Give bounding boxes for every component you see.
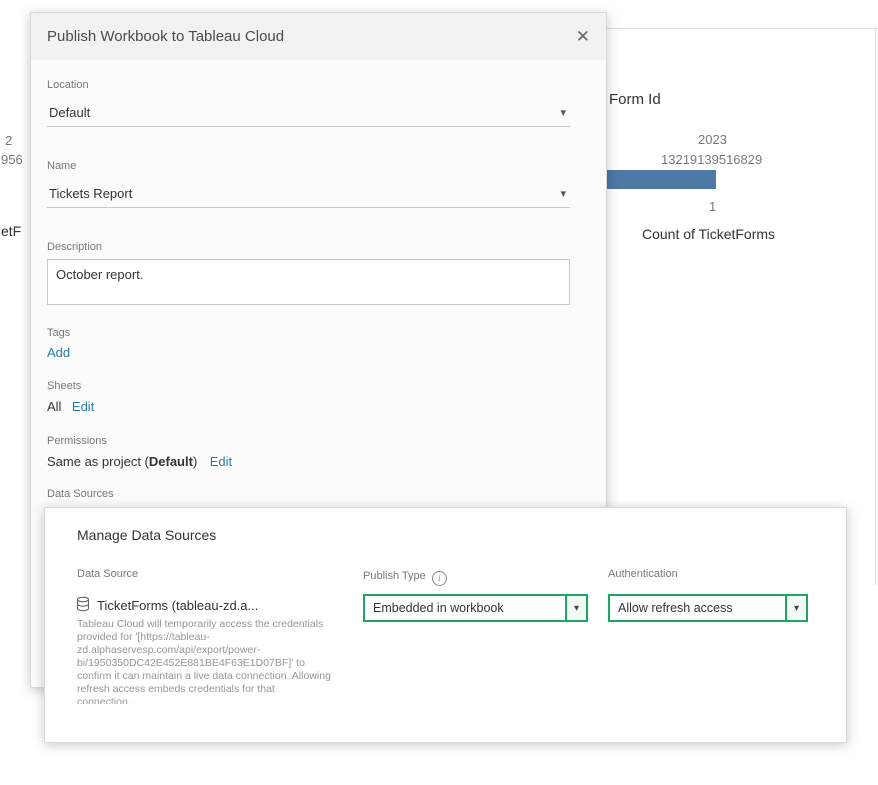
- clipped-number-fragment: 956: [1, 152, 29, 167]
- permissions-prefix: Same as project (: [47, 454, 149, 469]
- publish-type-value: Embedded in workbook: [365, 596, 565, 620]
- location-select[interactable]: Default ▾: [47, 99, 570, 127]
- database-icon: [75, 596, 91, 612]
- publish-type-select[interactable]: Embedded in workbook ▾: [363, 594, 588, 622]
- permissions-edit-link[interactable]: Edit: [210, 454, 232, 469]
- sheets-value: All: [47, 399, 61, 414]
- column-publish-type: Publish Typei: [363, 566, 447, 586]
- pane-right-border: [875, 28, 876, 585]
- column-data-source: Data Source: [77, 568, 138, 580]
- bar-value-label: 1: [709, 199, 716, 214]
- chevron-down-icon: ▾: [560, 187, 570, 200]
- permissions-label: Permissions: [47, 435, 107, 447]
- close-icon[interactable]: ✕: [576, 28, 590, 45]
- location-value: Default: [47, 105, 560, 120]
- form-number-label: 13219139516829: [661, 152, 762, 167]
- info-icon[interactable]: i: [432, 571, 447, 586]
- permissions-row: Same as project (Default) Edit: [47, 453, 232, 471]
- clipped-year-fragment: 2: [5, 133, 30, 148]
- tags-add-link[interactable]: Add: [47, 345, 70, 360]
- name-value: Tickets Report: [47, 186, 560, 201]
- permissions-project: Default: [149, 454, 193, 469]
- manage-data-sources-title: Manage Data Sources: [77, 527, 216, 543]
- description-label: Description: [47, 241, 102, 253]
- dialog-title: Publish Workbook to Tableau Cloud: [47, 28, 284, 45]
- name-label: Name: [47, 160, 76, 172]
- chevron-down-icon: ▾: [560, 106, 570, 119]
- column-authentication: Authentication: [608, 568, 678, 580]
- sheets-row: All Edit: [47, 398, 94, 416]
- name-select[interactable]: Tickets Report ▾: [47, 180, 570, 208]
- description-input[interactable]: October report.: [47, 259, 570, 305]
- year-label: 2023: [698, 132, 727, 147]
- dialog-header: Publish Workbook to Tableau Cloud ✕: [31, 13, 606, 60]
- permissions-suffix: ): [193, 454, 197, 469]
- sheets-label: Sheets: [47, 380, 81, 392]
- chevron-down-icon: ▾: [785, 596, 806, 620]
- manage-data-sources-panel: Manage Data Sources Data Source Publish …: [44, 507, 847, 743]
- clipped-axis-fragment: etF: [1, 223, 29, 239]
- sheets-edit-link[interactable]: Edit: [72, 399, 94, 414]
- tags-label: Tags: [47, 327, 70, 339]
- data-sources-label: Data Sources: [47, 488, 114, 500]
- data-source-note: Tableau Cloud will temporarily access th…: [77, 618, 333, 704]
- authentication-value: Allow refresh access: [610, 596, 785, 620]
- authentication-select[interactable]: Allow refresh access ▾: [608, 594, 808, 622]
- column-header-form-id: Form Id: [609, 91, 661, 108]
- data-source-name: TicketForms (tableau-zd.a...: [97, 598, 258, 613]
- chevron-down-icon: ▾: [565, 596, 586, 620]
- bar-2023[interactable]: [600, 170, 716, 189]
- axis-title: Count of TicketForms: [642, 226, 775, 242]
- location-label: Location: [47, 79, 89, 91]
- pane-top-border: [607, 28, 878, 29]
